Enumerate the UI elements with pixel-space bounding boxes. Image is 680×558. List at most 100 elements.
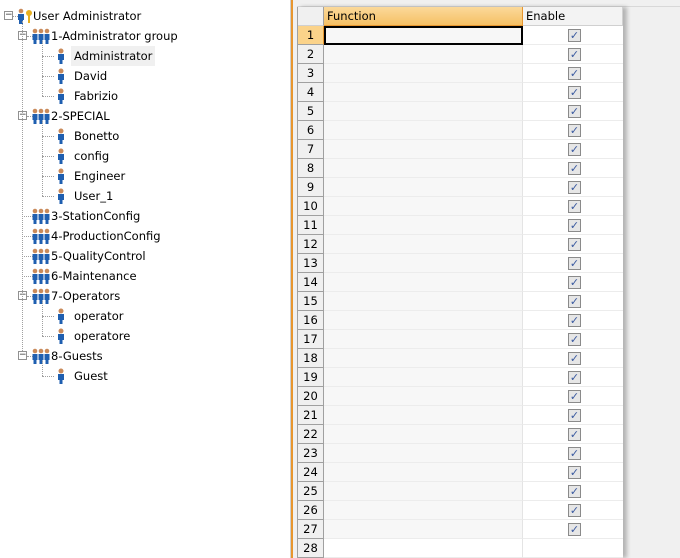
enable-cell[interactable]: ✓: [523, 406, 623, 425]
row-number[interactable]: 27: [298, 520, 324, 539]
enable-cell[interactable]: ✓: [523, 387, 623, 406]
table-row[interactable]: 1 ✓: [298, 26, 624, 45]
function-cell[interactable]: [324, 45, 523, 64]
collapse-toggle[interactable]: −: [18, 351, 27, 360]
table-row[interactable]: 9 ✓: [298, 178, 624, 197]
function-cell[interactable]: [324, 140, 523, 159]
function-cell[interactable]: [324, 216, 523, 235]
function-cell[interactable]: [324, 292, 523, 311]
function-cell[interactable]: [324, 406, 523, 425]
enable-checkbox[interactable]: ✓: [568, 48, 581, 61]
row-number[interactable]: 5: [298, 102, 324, 121]
function-cell[interactable]: [324, 349, 523, 368]
row-number[interactable]: 2: [298, 45, 324, 64]
table-row[interactable]: 28: [298, 539, 624, 558]
tree-group[interactable]: 6-Maintenance: [51, 266, 137, 286]
enable-cell[interactable]: ✓: [523, 425, 623, 444]
row-number[interactable]: 24: [298, 463, 324, 482]
function-cell[interactable]: [324, 102, 523, 121]
enable-checkbox[interactable]: ✓: [568, 428, 581, 441]
tree-user[interactable]: operatore: [71, 326, 133, 346]
enable-checkbox[interactable]: ✓: [568, 200, 581, 213]
row-number[interactable]: 8: [298, 159, 324, 178]
table-row[interactable]: 13 ✓: [298, 254, 624, 273]
table-row[interactable]: 22 ✓: [298, 425, 624, 444]
enable-checkbox[interactable]: ✓: [568, 314, 581, 327]
row-number[interactable]: 1: [298, 26, 324, 45]
table-row[interactable]: 25 ✓: [298, 482, 624, 501]
table-row[interactable]: 27 ✓: [298, 520, 624, 539]
enable-checkbox[interactable]: ✓: [568, 295, 581, 308]
enable-checkbox[interactable]: ✓: [568, 333, 581, 346]
function-cell[interactable]: [324, 501, 523, 520]
row-number[interactable]: 12: [298, 235, 324, 254]
function-cell[interactable]: [324, 482, 523, 501]
tree-group[interactable]: 4-ProductionConfig: [51, 226, 161, 246]
row-number[interactable]: 3: [298, 64, 324, 83]
enable-cell[interactable]: ✓: [523, 216, 623, 235]
function-cell[interactable]: [324, 368, 523, 387]
table-row[interactable]: 15 ✓: [298, 292, 624, 311]
row-number[interactable]: 22: [298, 425, 324, 444]
enable-checkbox[interactable]: ✓: [568, 352, 581, 365]
tree-user[interactable]: Administrator: [71, 46, 156, 66]
enable-checkbox[interactable]: ✓: [568, 181, 581, 194]
tree-user[interactable]: Fabrizio: [71, 86, 121, 106]
row-number[interactable]: 14: [298, 273, 324, 292]
enable-checkbox[interactable]: ✓: [568, 523, 581, 536]
function-cell[interactable]: [324, 235, 523, 254]
table-row[interactable]: 24 ✓: [298, 463, 624, 482]
enable-cell[interactable]: ✓: [523, 64, 623, 83]
enable-cell[interactable]: ✓: [523, 501, 623, 520]
row-number[interactable]: 4: [298, 83, 324, 102]
enable-checkbox[interactable]: ✓: [568, 219, 581, 232]
collapse-toggle[interactable]: −: [4, 11, 13, 20]
table-row[interactable]: 10 ✓: [298, 197, 624, 216]
function-cell[interactable]: [324, 178, 523, 197]
tree-group[interactable]: 7-Operators: [51, 286, 120, 306]
enable-checkbox[interactable]: ✓: [568, 67, 581, 80]
function-cell[interactable]: [324, 330, 523, 349]
table-row[interactable]: 11 ✓: [298, 216, 624, 235]
enable-checkbox[interactable]: ✓: [568, 485, 581, 498]
enable-checkbox[interactable]: ✓: [568, 276, 581, 289]
row-number[interactable]: 25: [298, 482, 324, 501]
enable-cell[interactable]: ✓: [523, 482, 623, 501]
enable-cell[interactable]: ✓: [523, 463, 623, 482]
enable-cell[interactable]: ✓: [523, 140, 623, 159]
tree-group[interactable]: 3-StationConfig: [51, 206, 140, 226]
table-row[interactable]: 23 ✓: [298, 444, 624, 463]
row-number[interactable]: 15: [298, 292, 324, 311]
table-row[interactable]: 8 ✓: [298, 159, 624, 178]
table-row[interactable]: 7 ✓: [298, 140, 624, 159]
row-number[interactable]: 13: [298, 254, 324, 273]
row-number[interactable]: 19: [298, 368, 324, 387]
enable-cell[interactable]: ✓: [523, 444, 623, 463]
tree-root[interactable]: User Administrator: [33, 6, 141, 26]
enable-checkbox[interactable]: ✓: [568, 409, 581, 422]
tree-group[interactable]: 5-QualityControl: [51, 246, 146, 266]
tree-user[interactable]: David: [71, 66, 110, 86]
enable-cell[interactable]: ✓: [523, 292, 623, 311]
enable-checkbox[interactable]: ✓: [568, 105, 581, 118]
enable-checkbox[interactable]: ✓: [568, 447, 581, 460]
table-row[interactable]: 19 ✓: [298, 368, 624, 387]
tree-user[interactable]: Guest: [71, 366, 111, 386]
enable-checkbox[interactable]: ✓: [568, 257, 581, 270]
enable-cell[interactable]: ✓: [523, 159, 623, 178]
table-row[interactable]: 3 ✓: [298, 64, 624, 83]
enable-cell[interactable]: ✓: [523, 330, 623, 349]
function-cell[interactable]: [324, 444, 523, 463]
table-row[interactable]: 18 ✓: [298, 349, 624, 368]
enable-checkbox[interactable]: ✓: [568, 238, 581, 251]
user-tree[interactable]: − User Administrator − 1-Administrator grou…: [0, 0, 291, 558]
function-cell[interactable]: [324, 387, 523, 406]
function-cell[interactable]: [324, 121, 523, 140]
enable-checkbox[interactable]: ✓: [568, 371, 581, 384]
function-cell[interactable]: [324, 197, 523, 216]
enable-checkbox[interactable]: ✓: [568, 162, 581, 175]
function-cell[interactable]: [324, 520, 523, 539]
row-number[interactable]: 26: [298, 501, 324, 520]
row-number[interactable]: 17: [298, 330, 324, 349]
enable-cell[interactable]: ✓: [523, 45, 623, 64]
